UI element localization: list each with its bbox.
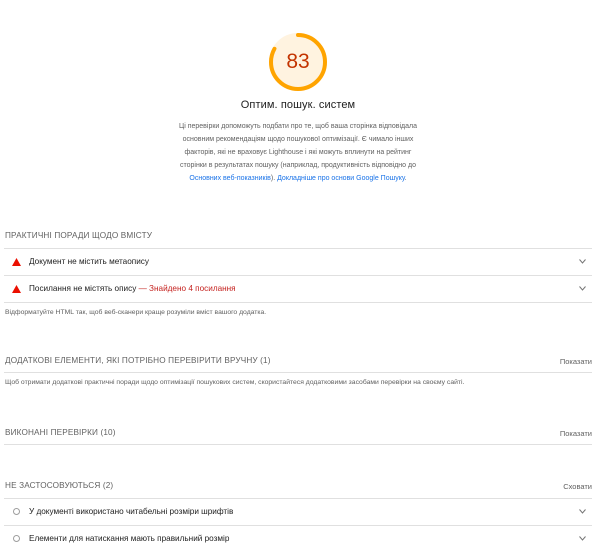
audit-tap-targets[interactable]: Елементи для натискання мають правильний… [4, 526, 592, 552]
category-title: Оптим. пошук. систем [240, 99, 356, 111]
divider [4, 372, 592, 373]
chevron-down-icon[interactable] [579, 286, 586, 291]
audit-meta-description[interactable]: Документ не містить метаопису [4, 249, 592, 275]
category-description: Ці перевірки допоможуть подбати про те, … [173, 120, 423, 185]
chevron-down-icon[interactable] [579, 259, 586, 264]
warning-triangle-icon [12, 258, 21, 266]
section-description-manual: Щоб отримати додаткові практичні поради … [5, 379, 465, 386]
section-title-manual[interactable]: ДОДАТКОВІ ЕЛЕМЕНТИ, ЯКІ ПОТРІБНО ПЕРЕВІР… [5, 356, 271, 365]
hide-not-applicable-toggle[interactable]: Сховати [563, 482, 592, 491]
audit-label: Документ не містить метаопису [29, 257, 149, 266]
category-description-text: Ці перевірки допоможуть подбати про те, … [179, 123, 417, 169]
empty-circle-icon [13, 535, 20, 542]
section-title-not-applicable[interactable]: НЕ ЗАСТОСОВУЮТЬСЯ (2) [5, 481, 113, 490]
section-title-content: ПРАКТИЧНІ ПОРАДИ ЩОДО ВМІСТУ [5, 231, 153, 240]
divider [4, 444, 592, 445]
chevron-down-icon[interactable] [579, 536, 586, 541]
audit-label: У документі використано читабельні розмі… [29, 507, 234, 516]
divider [4, 302, 592, 303]
score-gauge: 83 [268, 32, 328, 92]
show-manual-toggle[interactable]: Показати [560, 357, 592, 366]
google-search-link[interactable]: Докладніше про основи Google Пошуку [277, 175, 405, 182]
audit-link-text[interactable]: Посилання не містять опису — Знайдено 4 … [4, 276, 592, 302]
score-value: 83 [286, 50, 310, 73]
audit-label: Елементи для натискання мають правильний… [29, 534, 230, 543]
audit-font-size[interactable]: У документі використано читабельні розмі… [4, 499, 592, 525]
audit-display-value: — Знайдено 4 посилання [138, 284, 236, 293]
empty-circle-icon [13, 508, 20, 515]
audit-label: Посилання не містять опису — Знайдено 4 … [29, 284, 236, 293]
web-vitals-link[interactable]: Основних веб-показників [189, 175, 270, 182]
warning-triangle-icon [12, 285, 21, 293]
section-title-passed[interactable]: ВИКОНАНІ ПЕРЕВІРКИ (10) [5, 428, 116, 437]
show-passed-toggle[interactable]: Показати [560, 429, 592, 438]
section-description-content: Відформатуйте HTML так, щоб веб-сканери … [5, 309, 267, 316]
chevron-down-icon[interactable] [579, 509, 586, 514]
category-description-end: . [404, 175, 407, 182]
